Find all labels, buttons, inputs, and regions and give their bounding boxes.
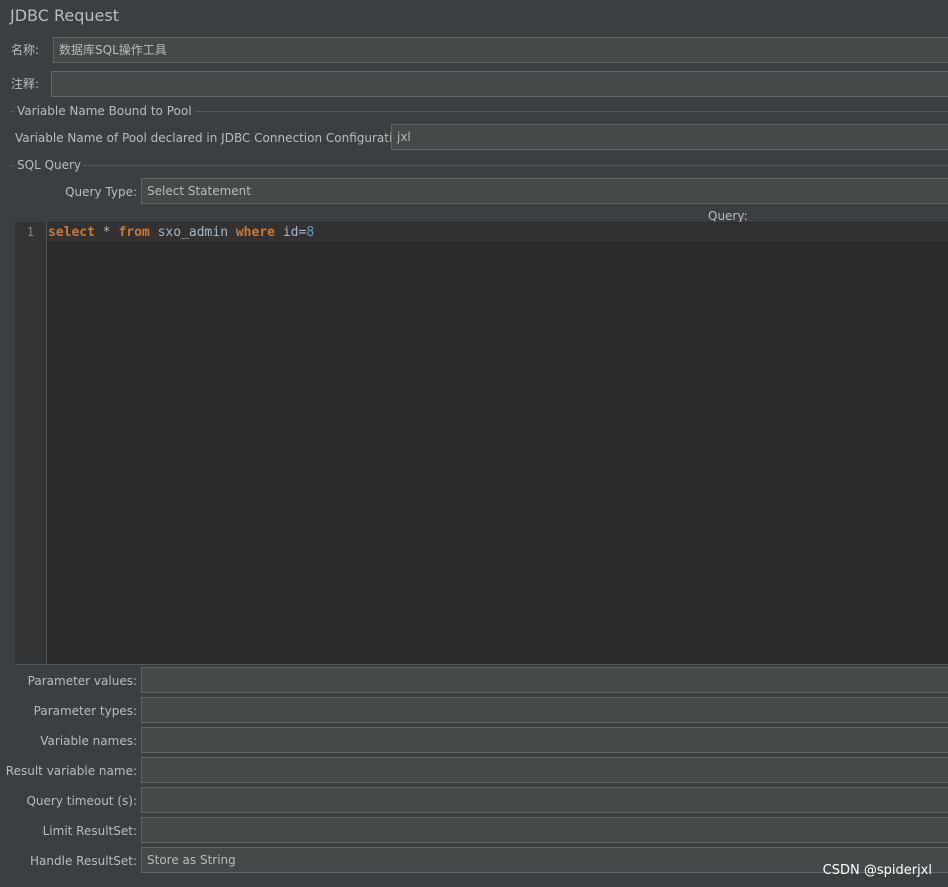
sql-group-title: SQL Query <box>15 158 84 172</box>
query-type-value: Select Statement <box>147 184 251 198</box>
parameter-values-label: Parameter values: <box>27 674 137 688</box>
pool-group-title: Variable Name Bound to Pool <box>15 104 194 118</box>
query-timeout-label: Query timeout (s): <box>26 794 137 808</box>
result-variable-name-field[interactable] <box>141 757 948 783</box>
sql-code-line: select * from sxo_admin where id=8 <box>48 224 314 241</box>
token-condition: id= <box>275 225 307 240</box>
comment-label: 注释: <box>11 77 40 91</box>
line-number-gutter: 1 <box>15 222 47 664</box>
sql-query-editor[interactable]: 1 select * from sxo_admin where id=8 <box>15 222 948 665</box>
pool-variable-label: Variable Name of Pool declared in JDBC C… <box>15 131 412 145</box>
keyword-from: from <box>118 225 150 240</box>
query-type-label: Query Type: <box>65 185 137 199</box>
panel-title: JDBC Request <box>10 6 119 25</box>
query-timeout-field[interactable] <box>141 787 948 813</box>
pool-variable-value: jxl <box>397 130 411 144</box>
comment-field[interactable] <box>51 71 948 97</box>
handle-resultset-label: Handle ResultSet: <box>30 854 137 868</box>
result-variable-name-label: Result variable name: <box>5 764 137 778</box>
sql-group-border <box>10 165 948 166</box>
variable-names-label: Variable names: <box>40 734 137 748</box>
line-number: 1 <box>26 225 34 239</box>
name-field-value: 数据库SQL操作工具 <box>59 43 167 57</box>
jdbc-request-panel: JDBC Request 名称: 数据库SQL操作工具 注释: Variable… <box>0 0 948 887</box>
variable-names-field[interactable] <box>141 727 948 753</box>
query-type-select[interactable]: Select Statement <box>141 178 948 204</box>
parameter-types-field[interactable] <box>141 697 948 723</box>
limit-resultset-field[interactable] <box>141 817 948 843</box>
token-table: sxo_admin <box>149 225 236 240</box>
number-literal: 8 <box>306 225 315 240</box>
parameter-types-label: Parameter types: <box>33 704 137 718</box>
name-field[interactable]: 数据库SQL操作工具 <box>53 37 948 63</box>
parameter-values-field[interactable] <box>141 667 948 693</box>
pool-variable-field[interactable]: jxl <box>391 124 948 150</box>
limit-resultset-label: Limit ResultSet: <box>42 824 137 838</box>
watermark: CSDN @spiderjxl <box>822 863 932 878</box>
token-star: * <box>94 225 119 240</box>
keyword-where: where <box>235 225 275 240</box>
name-label: 名称: <box>11 43 40 57</box>
keyword-select: select <box>48 225 95 240</box>
